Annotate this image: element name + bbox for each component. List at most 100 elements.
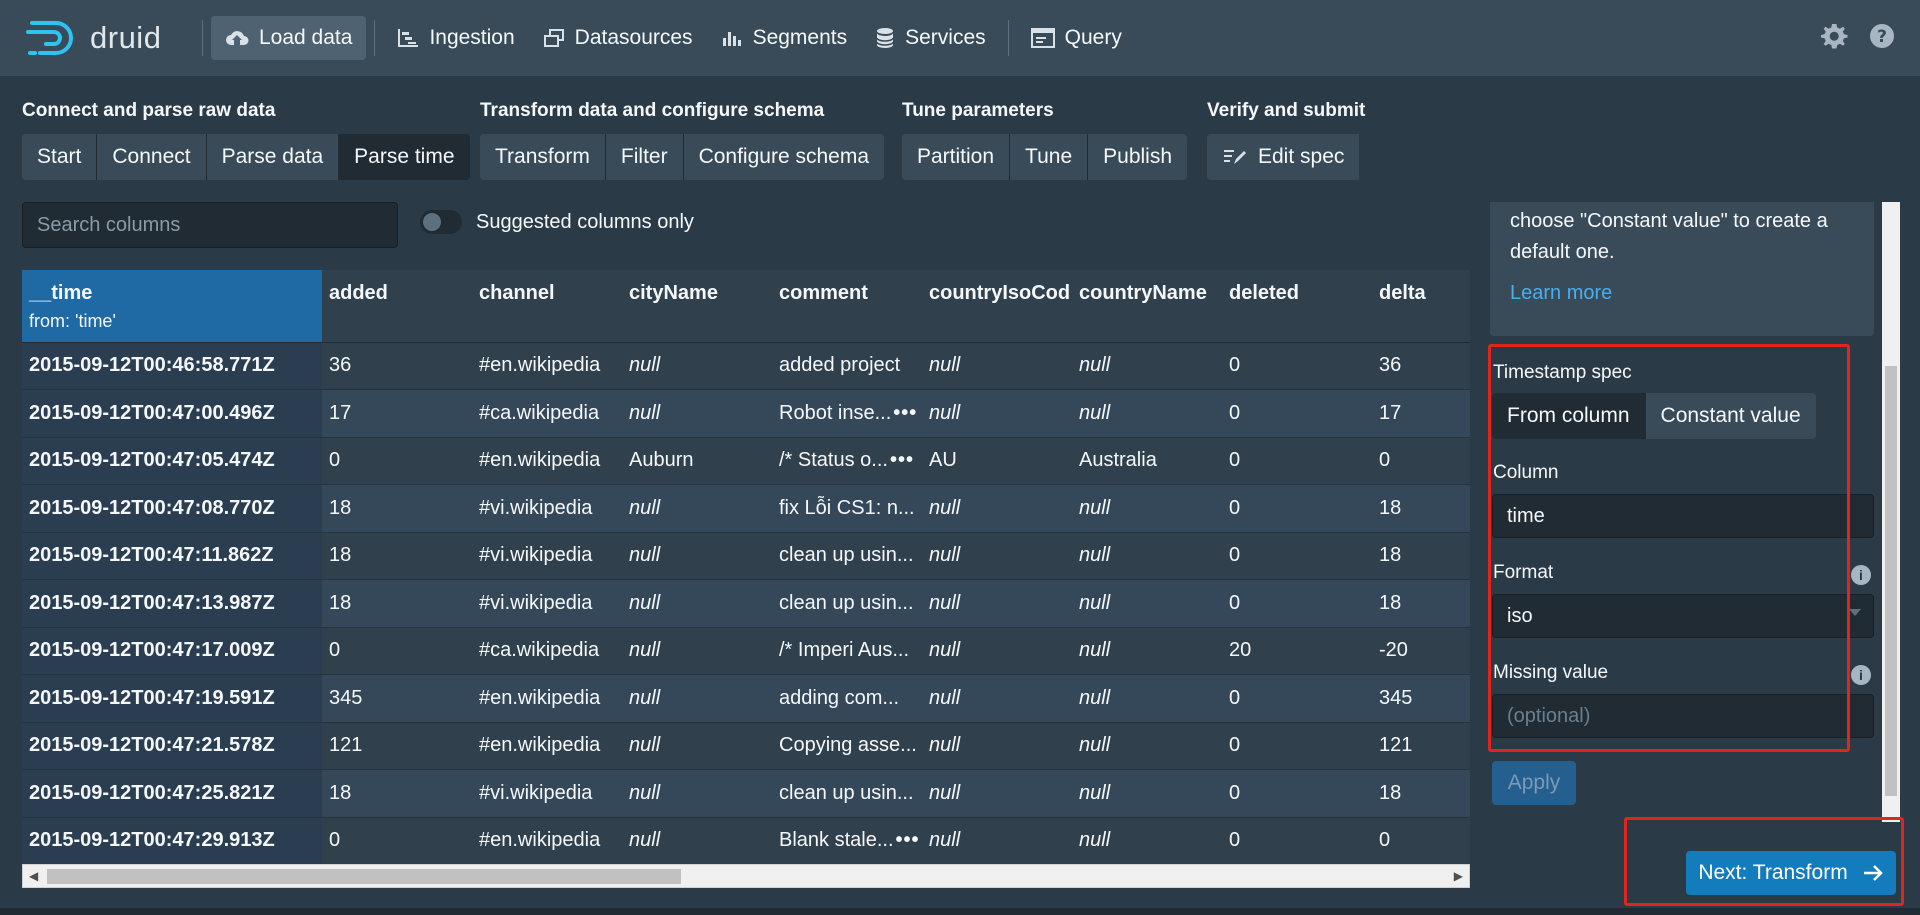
table-cell-added[interactable]: 18	[322, 769, 472, 818]
format-info-icon[interactable]: i	[1851, 565, 1871, 585]
table-cell-comment[interactable]: fix Lỗi CS1: n...	[772, 484, 922, 533]
table-cell-deleted[interactable]: 0	[1222, 389, 1372, 438]
nav-query[interactable]: Query	[1017, 16, 1136, 60]
table-cell-cityname[interactable]: Auburn	[622, 437, 772, 485]
from-column-option[interactable]: From column	[1492, 393, 1646, 439]
table-cell-cityname[interactable]: null	[622, 722, 772, 770]
table-cell-time[interactable]: 2015-09-12T00:47:29.913Z	[22, 817, 322, 864]
table-cell-comment[interactable]: Robot inse... •••	[772, 389, 922, 438]
table-cell-added[interactable]: 17	[322, 389, 472, 438]
table-cell-delta[interactable]: 18	[1372, 532, 1470, 580]
more-icon[interactable]: •••	[893, 402, 917, 424]
table-cell-comment[interactable]: adding com...	[772, 674, 922, 723]
step-parse-data-button[interactable]: Parse data	[206, 134, 340, 180]
step-filter-button[interactable]: Filter	[605, 134, 684, 180]
table-cell-channel[interactable]: #vi.wikipedia	[472, 532, 622, 580]
table-cell-deleted[interactable]: 0	[1222, 484, 1372, 533]
apply-button[interactable]: Apply	[1492, 761, 1576, 805]
column-header-delta[interactable]: delta	[1372, 270, 1470, 343]
more-icon[interactable]: •••	[890, 449, 914, 471]
table-cell-added[interactable]: 0	[322, 627, 472, 675]
table-cell-time[interactable]: 2015-09-12T00:47:13.987Z	[22, 579, 322, 628]
table-cell-countryname[interactable]: null	[1072, 484, 1222, 533]
search-columns-input[interactable]	[22, 202, 398, 248]
table-cell-time[interactable]: 2015-09-12T00:47:21.578Z	[22, 722, 322, 770]
table-cell-time[interactable]: 2015-09-12T00:47:25.821Z	[22, 769, 322, 818]
step-edit-spec-button[interactable]: Edit spec	[1207, 134, 1360, 180]
table-cell-deleted[interactable]: 0	[1222, 579, 1372, 628]
table-cell-countryisocod[interactable]: null	[922, 389, 1072, 438]
help-icon[interactable]: ?	[1868, 22, 1896, 50]
scroll-left-arrow-icon[interactable]: ◀	[29, 869, 38, 883]
nav-ingestion[interactable]: Ingestion	[383, 16, 528, 60]
table-cell-channel[interactable]: #ca.wikipedia	[472, 389, 622, 438]
column-header-comment[interactable]: comment	[772, 270, 922, 343]
table-cell-countryisocod[interactable]: null	[922, 532, 1072, 580]
step-configure-schema-button[interactable]: Configure schema	[683, 134, 884, 180]
column-header-time[interactable]: __time from: 'time'	[22, 270, 322, 343]
step-parse-time-button[interactable]: Parse time	[339, 134, 470, 180]
table-cell-added[interactable]: 36	[322, 342, 472, 390]
table-cell-channel[interactable]: #en.wikipedia	[472, 674, 622, 723]
table-cell-deleted[interactable]: 0	[1222, 674, 1372, 723]
table-cell-countryisocod[interactable]: null	[922, 674, 1072, 723]
table-cell-countryname[interactable]: null	[1072, 627, 1222, 675]
table-cell-comment[interactable]: Copying asse...	[772, 722, 922, 770]
table-cell-added[interactable]: 18	[322, 579, 472, 628]
gear-icon[interactable]	[1820, 22, 1848, 50]
step-tune-button[interactable]: Tune	[1010, 134, 1089, 180]
table-cell-cityname[interactable]: null	[622, 817, 772, 864]
table-cell-countryisocod[interactable]: null	[922, 342, 1072, 390]
table-cell-time[interactable]: 2015-09-12T00:47:11.862Z	[22, 532, 322, 580]
vertical-scrollbar[interactable]	[1882, 202, 1900, 822]
table-cell-delta[interactable]: 18	[1372, 769, 1470, 818]
next-transform-button[interactable]: Next: Transform	[1686, 851, 1896, 895]
nav-services[interactable]: Services	[861, 16, 1000, 60]
table-cell-comment[interactable]: clean up usin...	[772, 769, 922, 818]
scroll-right-arrow-icon[interactable]: ▶	[1454, 869, 1463, 883]
table-cell-delta[interactable]: 121	[1372, 722, 1470, 770]
horizontal-scrollbar[interactable]: ◀ ▶	[22, 864, 1470, 888]
table-cell-cityname[interactable]: null	[622, 579, 772, 628]
missing-value-info-icon[interactable]: i	[1851, 665, 1871, 685]
table-cell-countryisocod[interactable]: null	[922, 722, 1072, 770]
table-cell-comment[interactable]: clean up usin...	[772, 532, 922, 580]
table-cell-time[interactable]: 2015-09-12T00:47:17.009Z	[22, 627, 322, 675]
step-transform-button[interactable]: Transform	[480, 134, 606, 180]
table-cell-delta[interactable]: 17	[1372, 389, 1470, 438]
table-cell-comment[interactable]: clean up usin...	[772, 579, 922, 628]
column-header-deleted[interactable]: deleted	[1222, 270, 1372, 343]
column-header-countryname[interactable]: countryName	[1072, 270, 1222, 343]
table-cell-deleted[interactable]: 0	[1222, 769, 1372, 818]
table-cell-countryname[interactable]: null	[1072, 532, 1222, 580]
step-publish-button[interactable]: Publish	[1088, 134, 1188, 180]
table-cell-channel[interactable]: #en.wikipedia	[472, 817, 622, 864]
table-cell-countryisocod[interactable]: null	[922, 627, 1072, 675]
table-cell-deleted[interactable]: 0	[1222, 437, 1372, 485]
table-cell-countryname[interactable]: null	[1072, 674, 1222, 723]
table-cell-countryisocod[interactable]: null	[922, 817, 1072, 864]
table-cell-delta[interactable]: 18	[1372, 484, 1470, 533]
table-cell-time[interactable]: 2015-09-12T00:47:19.591Z	[22, 674, 322, 723]
learn-more-link[interactable]: Learn more	[1510, 278, 1612, 309]
step-partition-button[interactable]: Partition	[902, 134, 1011, 180]
column-header-countryisocode[interactable]: countryIsoCod	[922, 270, 1072, 343]
table-cell-channel[interactable]: #vi.wikipedia	[472, 579, 622, 628]
table-cell-countryisocod[interactable]: AU	[922, 437, 1072, 485]
table-cell-deleted[interactable]: 0	[1222, 817, 1372, 864]
table-cell-countryisocod[interactable]: null	[922, 769, 1072, 818]
constant-value-option[interactable]: Constant value	[1645, 393, 1816, 439]
nav-load-data[interactable]: Load data	[211, 16, 367, 60]
table-cell-added[interactable]: 18	[322, 484, 472, 533]
table-cell-deleted[interactable]: 20	[1222, 627, 1372, 675]
table-cell-countryname[interactable]: null	[1072, 817, 1222, 864]
table-cell-countryname[interactable]: null	[1072, 722, 1222, 770]
table-cell-countryname[interactable]: null	[1072, 579, 1222, 628]
table-cell-comment[interactable]: Blank stale... •••	[772, 817, 922, 864]
suggested-columns-toggle[interactable]: Suggested columns only	[420, 210, 694, 234]
step-start-button[interactable]: Start	[22, 134, 98, 180]
table-cell-cityname[interactable]: null	[622, 389, 772, 438]
table-cell-added[interactable]: 121	[322, 722, 472, 770]
nav-segments[interactable]: Segments	[707, 16, 862, 60]
druid-logo[interactable]: druid	[26, 18, 194, 58]
